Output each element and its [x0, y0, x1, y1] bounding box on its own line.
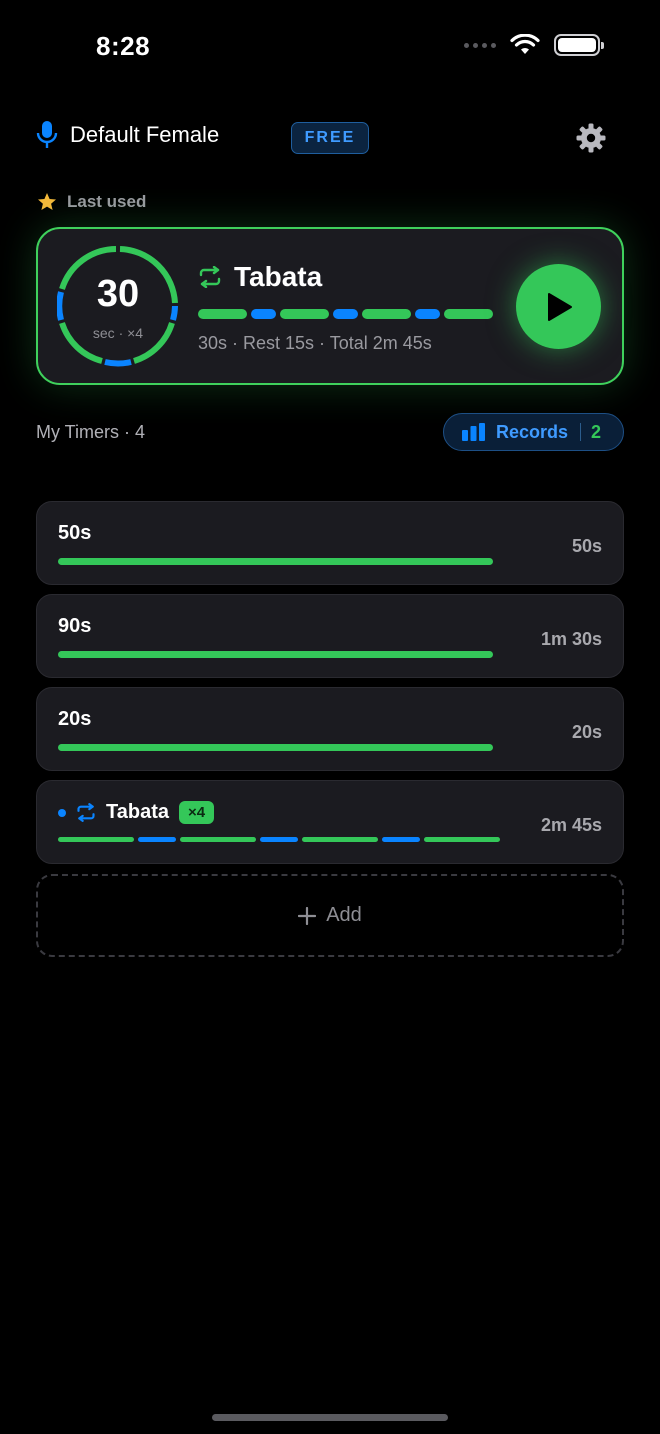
timer-item-20s[interactable]: 20s 20s — [36, 687, 624, 771]
records-divider — [580, 423, 582, 441]
timer-item-50s[interactable]: 50s 50s — [36, 501, 624, 585]
battery-icon — [554, 34, 604, 56]
play-icon — [547, 292, 572, 321]
voice-label: Default Female — [70, 122, 220, 147]
card-meta: 30s · Rest 15s · Total 2m 45s — [198, 333, 432, 353]
timer-duration: 1m 30s — [540, 629, 602, 649]
timer-duration: 20s — [571, 722, 602, 742]
play-button[interactable] — [516, 264, 601, 349]
timer-duration: 2m 45s — [540, 815, 602, 835]
rest-segment — [333, 309, 358, 319]
timer-name: 90s — [58, 615, 92, 637]
work-segment — [444, 309, 493, 319]
work-segment — [58, 837, 134, 842]
microphone-icon — [36, 121, 58, 148]
work-segment — [198, 309, 247, 319]
records-count: 2 — [591, 421, 602, 442]
card-title: Tabata — [234, 261, 323, 292]
last-used-timer-card[interactable]: 30 sec · ×4 Tabata 30s · Rest 15s · Tota… — [36, 227, 624, 385]
records-button[interactable]: Records 2 — [443, 413, 624, 451]
work-segment — [302, 837, 378, 842]
timer-name: 20s — [58, 708, 92, 730]
repeat-icon — [199, 266, 221, 288]
home-indicator — [212, 1414, 448, 1421]
last-used-dot — [58, 808, 66, 817]
add-timer-button[interactable]: Add — [36, 874, 624, 957]
work-segment — [180, 837, 256, 842]
timer-name: Tabata — [106, 801, 169, 823]
timer-item-tabata[interactable]: Tabata ×4 2m 45s — [36, 780, 624, 864]
plus-icon — [298, 906, 317, 925]
star-icon — [38, 193, 56, 210]
voice-selector[interactable]: Default Female — [36, 120, 219, 150]
records-label: Records — [496, 421, 569, 442]
status-time: 8:28 — [96, 31, 151, 61]
rounds-badge: ×4 — [178, 801, 215, 824]
work-segment — [362, 309, 411, 319]
timer-title-row: Tabata ×4 — [58, 801, 215, 824]
ring-subtitle: sec · ×4 — [92, 325, 144, 341]
timer-progress-bar — [58, 744, 493, 751]
last-used-header: Last used — [37, 192, 146, 212]
add-label: Add — [326, 904, 362, 926]
timer-name: 50s — [58, 522, 92, 544]
my-timers-header: My Timers · 4 — [36, 422, 146, 442]
timer-progress-bar — [58, 651, 493, 658]
timer-item-90s[interactable]: 90s 1m 30s — [36, 594, 624, 678]
cellular-signal-icon — [464, 42, 496, 48]
wifi-icon — [510, 34, 540, 54]
card-title-row: Tabata — [198, 261, 322, 293]
rest-segment — [251, 309, 276, 319]
last-used-label: Last used — [67, 192, 147, 211]
repeat-icon — [77, 803, 95, 822]
interval-segment-bar — [198, 309, 493, 319]
status-icons — [464, 34, 604, 56]
gear-icon[interactable] — [575, 122, 607, 154]
timer-duration: 50s — [571, 536, 602, 556]
work-segment — [424, 837, 500, 842]
rest-segment — [382, 837, 420, 842]
bar-chart-icon — [462, 423, 485, 441]
rest-segment — [415, 309, 440, 319]
rest-segment — [138, 837, 176, 842]
plan-badge[interactable]: FREE — [291, 122, 369, 154]
work-segment — [280, 309, 329, 319]
interval-segment-bar — [58, 837, 500, 842]
timer-progress-bar — [58, 558, 493, 565]
rest-segment — [260, 837, 298, 842]
ring-value: 30 — [96, 273, 140, 315]
